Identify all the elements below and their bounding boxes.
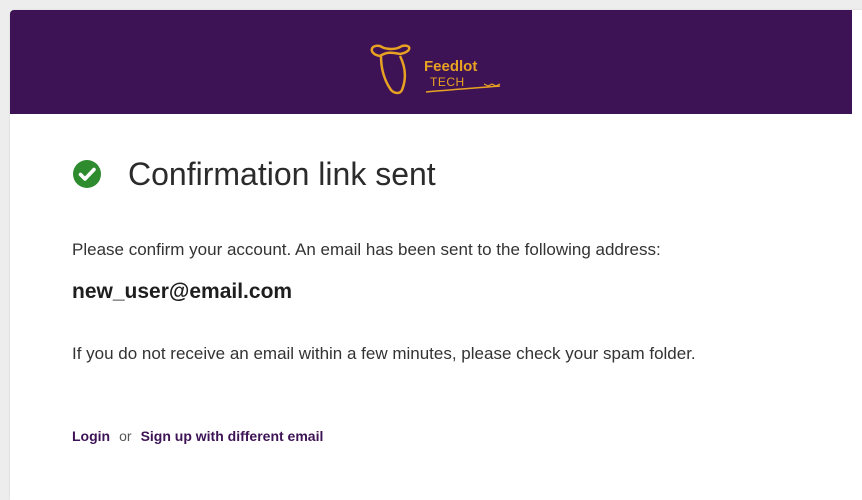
spam-note: If you do not receive an email within a … bbox=[72, 344, 696, 363]
login-link[interactable]: Login bbox=[72, 428, 110, 444]
footer-links: Login or Sign up with different email bbox=[72, 428, 323, 444]
logo-subtitle: TECH bbox=[430, 75, 465, 89]
title-row: Confirmation link sent bbox=[72, 152, 436, 196]
check-circle-icon bbox=[73, 160, 101, 188]
or-separator: or bbox=[119, 428, 132, 444]
confirmation-message: Please confirm your account. An email ha… bbox=[72, 240, 661, 259]
feedlot-tech-logo[interactable]: Feedlot TECH bbox=[366, 40, 506, 100]
logo-wordmark: Feedlot bbox=[424, 58, 478, 75]
page-title: Confirmation link sent bbox=[128, 155, 436, 192]
app-header: Feedlot TECH bbox=[10, 10, 852, 114]
email-address: new_user@email.com bbox=[72, 280, 293, 303]
signup-different-email-link[interactable]: Sign up with different email bbox=[141, 428, 324, 444]
